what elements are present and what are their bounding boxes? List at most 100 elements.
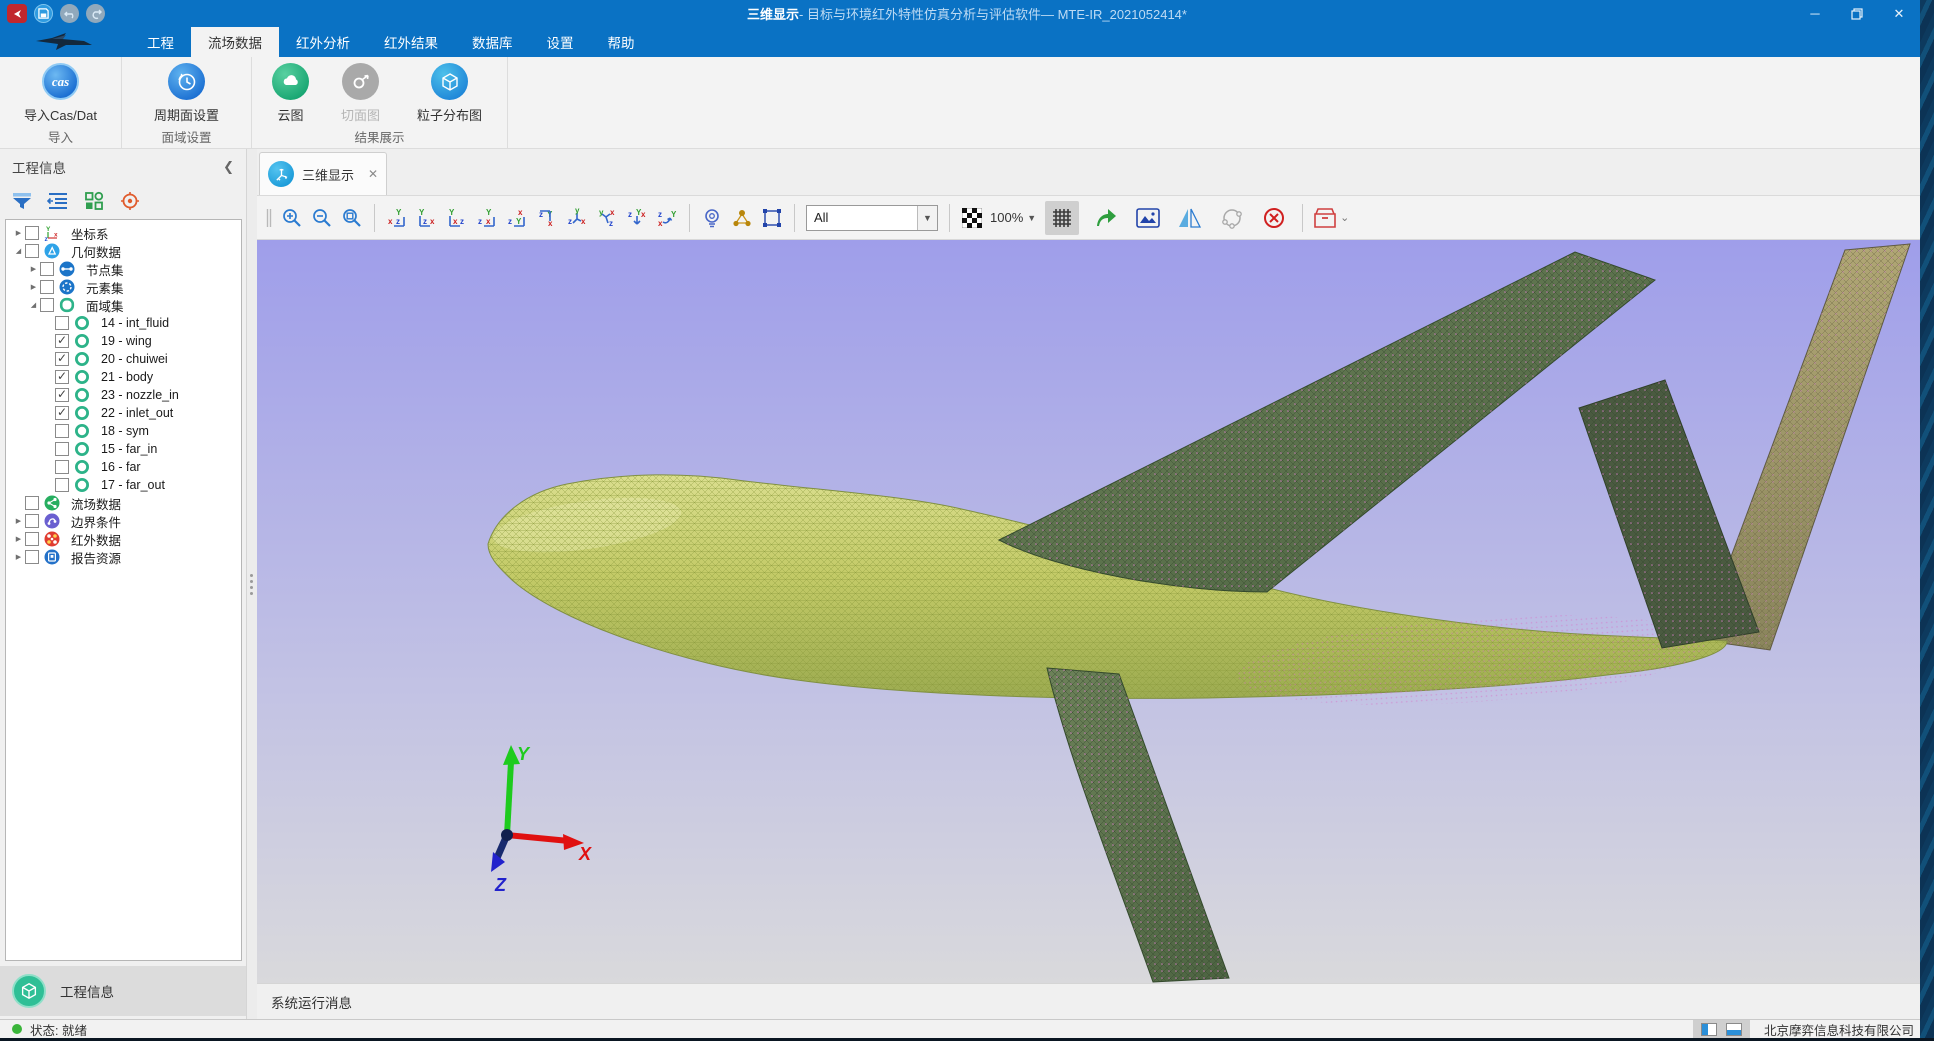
tree-item[interactable]: ▶边界条件: [6, 512, 241, 530]
menu-item[interactable]: 帮助: [591, 27, 652, 57]
zoom-fit-icon[interactable]: [339, 205, 365, 231]
view-right-icon[interactable]: zxY: [474, 205, 500, 231]
tree-item[interactable]: ▶元素集: [6, 278, 241, 296]
project-info-bottom-button[interactable]: 工程信息: [0, 966, 246, 1016]
layout-left-panel-icon[interactable]: [1701, 1023, 1717, 1036]
particle-plot-button[interactable]: 粒子分布图: [400, 62, 500, 124]
tree-checkbox[interactable]: [55, 316, 69, 330]
tree-item[interactable]: 18 - sym: [6, 422, 241, 440]
light-icon[interactable]: [699, 205, 725, 231]
tree-item[interactable]: 17 - far_out: [6, 476, 241, 494]
expand-arrow-icon[interactable]: ◢: [27, 301, 40, 309]
tree-checkbox[interactable]: [40, 298, 54, 312]
tree-item[interactable]: 流场数据: [6, 494, 241, 512]
toolbar-drag-handle[interactable]: [263, 205, 275, 231]
iso-view-4-icon[interactable]: zxY: [654, 205, 680, 231]
zoom-in-icon[interactable]: [279, 205, 305, 231]
close-button[interactable]: ✕: [1878, 0, 1920, 27]
opacity-level-control[interactable]: 100% ▼: [990, 210, 1036, 225]
tree-item[interactable]: 19 - wing: [6, 332, 241, 350]
tree-checkbox[interactable]: [55, 478, 69, 492]
minimize-button[interactable]: ─: [1794, 0, 1836, 27]
menu-item[interactable]: 流场数据: [191, 27, 279, 57]
tree-item[interactable]: ◢几何数据: [6, 242, 241, 260]
expand-arrow-icon[interactable]: ▶: [27, 283, 40, 291]
tree-item[interactable]: ▶节点集: [6, 260, 241, 278]
iso-view-2-icon[interactable]: yxz: [594, 205, 620, 231]
mesh-grid-toggle[interactable]: [1045, 201, 1079, 235]
opacity-checker-icon[interactable]: [959, 205, 985, 231]
tree-checkbox[interactable]: [55, 460, 69, 474]
mirror-icon[interactable]: [1177, 205, 1203, 231]
viewport-3d[interactable]: Y X Z: [257, 240, 1920, 983]
app-logo-icon[interactable]: [7, 4, 27, 23]
import-cas-dat-button[interactable]: cas 导入Cas/Dat: [15, 62, 107, 124]
target-icon[interactable]: [118, 189, 142, 213]
tree-checkbox[interactable]: [55, 424, 69, 438]
tree-item[interactable]: 15 - far_in: [6, 440, 241, 458]
panel-collapse-icon[interactable]: ❮: [223, 159, 234, 175]
tree-item[interactable]: ▶红外数据: [6, 530, 241, 548]
tree-checkbox[interactable]: [55, 334, 69, 348]
expand-arrow-icon[interactable]: ▶: [12, 517, 25, 525]
periodic-face-button[interactable]: 周期面设置: [141, 62, 233, 124]
menu-item[interactable]: 工程: [130, 27, 191, 57]
tab-3d-display[interactable]: 三维显示 ✕: [259, 152, 387, 195]
tree-checkbox[interactable]: [25, 244, 39, 258]
tree-item[interactable]: 16 - far: [6, 458, 241, 476]
view-left-icon[interactable]: xzY: [444, 205, 470, 231]
panel-splitter[interactable]: [247, 149, 257, 1019]
tree-item[interactable]: ◢面域集: [6, 296, 241, 314]
expand-arrow-icon[interactable]: ◢: [12, 247, 25, 255]
clear-view-icon[interactable]: [1261, 205, 1287, 231]
contour-plot-button[interactable]: 云图: [260, 62, 322, 124]
tree-checkbox[interactable]: [25, 496, 39, 510]
view-bottom-icon[interactable]: zYx: [534, 205, 560, 231]
tree-item[interactable]: 20 - chuiwei: [6, 350, 241, 368]
package-chevron-icon[interactable]: ⌄: [1340, 211, 1349, 224]
menu-item[interactable]: 数据库: [455, 27, 530, 57]
tree-item[interactable]: 22 - inlet_out: [6, 404, 241, 422]
expand-arrow-icon[interactable]: ▶: [12, 553, 25, 561]
expand-arrow-icon[interactable]: ▶: [27, 265, 40, 273]
tree-checkbox[interactable]: [40, 280, 54, 294]
snapshot-icon[interactable]: [1135, 205, 1161, 231]
tree-checkbox[interactable]: [25, 226, 39, 240]
view-back-icon[interactable]: zxY: [414, 205, 440, 231]
tree-item[interactable]: 21 - body: [6, 368, 241, 386]
iso-view-3-icon[interactable]: zYx: [624, 205, 650, 231]
save-icon[interactable]: [34, 4, 53, 23]
tree-item[interactable]: ▶Yzx坐标系: [6, 224, 241, 242]
layout-bottom-panel-icon[interactable]: [1726, 1023, 1742, 1036]
menu-item[interactable]: 设置: [530, 27, 591, 57]
list-outdent-icon[interactable]: [46, 189, 70, 213]
expand-arrow-icon[interactable]: ▶: [12, 229, 25, 237]
tree-checkbox[interactable]: [55, 406, 69, 420]
tab-close-icon[interactable]: ✕: [368, 167, 378, 181]
tree-checkbox[interactable]: [40, 262, 54, 276]
nodes-icon[interactable]: [729, 205, 755, 231]
view-top-icon[interactable]: zYx: [504, 205, 530, 231]
tree-checkbox[interactable]: [25, 514, 39, 528]
tree-checkbox[interactable]: [55, 442, 69, 456]
iso-view-1-icon[interactable]: zxy: [564, 205, 590, 231]
menu-item[interactable]: 红外结果: [367, 27, 455, 57]
display-filter-combobox[interactable]: All ▼: [806, 205, 938, 231]
tree-checkbox[interactable]: [25, 550, 39, 564]
tree-item[interactable]: 14 - int_fluid: [6, 314, 241, 332]
tree-checkbox[interactable]: [55, 370, 69, 384]
export-arrow-icon[interactable]: [1093, 205, 1119, 231]
expand-arrow-icon[interactable]: ▶: [12, 535, 25, 543]
tree-item[interactable]: ▶报告资源: [6, 548, 241, 566]
view-front-icon[interactable]: xzY: [384, 205, 410, 231]
menu-item[interactable]: 红外分析: [279, 27, 367, 57]
group-grid-icon[interactable]: [82, 189, 106, 213]
tree-checkbox[interactable]: [25, 532, 39, 546]
zoom-out-icon[interactable]: [309, 205, 335, 231]
tree-item[interactable]: 23 - nozzle_in: [6, 386, 241, 404]
maximize-button[interactable]: [1836, 0, 1878, 27]
combobox-dropdown-icon[interactable]: ▼: [917, 206, 937, 230]
select-box-icon[interactable]: [759, 205, 785, 231]
tree-checkbox[interactable]: [55, 352, 69, 366]
tree-checkbox[interactable]: [55, 388, 69, 402]
